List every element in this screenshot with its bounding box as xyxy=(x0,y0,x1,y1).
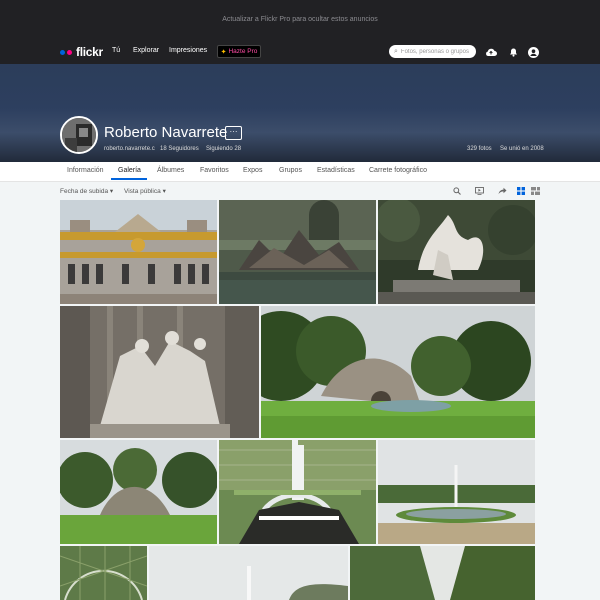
profile-name: Roberto Navarrete xyxy=(104,124,228,141)
profile-avatar[interactable] xyxy=(60,116,98,154)
search-photos-icon[interactable] xyxy=(452,186,462,196)
search-input[interactable] xyxy=(400,48,471,55)
top-navigation: flickr Tú Explorar Impresiones ✦ Hazte P… xyxy=(0,40,600,64)
active-tab-indicator xyxy=(111,178,147,180)
share-icon[interactable] xyxy=(497,186,507,196)
upload-icon[interactable] xyxy=(485,46,497,58)
profile-username: roberto.navarrete.c xyxy=(104,146,155,152)
logo-text: flickr xyxy=(76,45,103,59)
tab-albums[interactable]: Álbumes xyxy=(157,167,184,174)
photo-count: 329 fotos xyxy=(467,146,492,152)
tab-gallery[interactable]: Galería xyxy=(118,167,141,174)
sparkle-icon: ✦ xyxy=(220,48,227,56)
justified-view-icon[interactable] xyxy=(530,186,540,196)
photo-misty-fountain[interactable] xyxy=(149,546,348,600)
chevron-down-icon: ▾ xyxy=(162,188,166,195)
photo-tree-avenue[interactable] xyxy=(350,546,535,600)
photo-garden-grotto[interactable] xyxy=(261,306,535,438)
tab-info[interactable]: Información xyxy=(67,167,104,174)
account-avatar-icon[interactable] xyxy=(527,46,539,58)
tab-stats[interactable]: Estadísticas xyxy=(317,167,355,174)
moon-icon xyxy=(293,99,306,107)
search-box[interactable]: ⌕ xyxy=(389,45,476,58)
upgrade-banner[interactable]: Actualizar a Flickr Pro para ocultar est… xyxy=(0,0,600,40)
slideshow-icon[interactable] xyxy=(474,186,484,196)
followers-count[interactable]: 18 Seguidores xyxy=(160,146,199,152)
photo-basin-fountain[interactable] xyxy=(378,440,535,544)
logo-pink-dot xyxy=(67,49,72,55)
flickr-logo[interactable]: flickr xyxy=(60,45,103,59)
profile-tabs: Información Galería Álbumes Favoritos Ex… xyxy=(0,162,600,182)
nav-link-you[interactable]: Tú xyxy=(112,47,120,54)
photo-water-jets[interactable] xyxy=(219,440,376,544)
tab-camera-roll[interactable]: Carrete fotográfico xyxy=(369,167,427,174)
photo-fountain-sculpture[interactable] xyxy=(219,200,376,304)
photo-horse-statue[interactable] xyxy=(378,200,535,304)
gallery-toolbar: Fecha de subida ▾ Vista pública ▾ xyxy=(0,182,600,199)
view-dropdown[interactable]: Vista pública ▾ xyxy=(124,187,166,195)
joined-date: Se unió en 2008 xyxy=(500,146,544,152)
nav-link-explore[interactable]: Explorar xyxy=(133,47,159,54)
get-pro-button[interactable]: ✦ Hazte Pro xyxy=(217,45,261,58)
search-icon: ⌕ xyxy=(394,47,398,55)
chevron-down-icon: ▾ xyxy=(109,188,114,195)
following-count[interactable]: Siguiendo 28 xyxy=(206,146,241,152)
notifications-bell-icon[interactable] xyxy=(507,46,519,58)
sort-dropdown[interactable]: Fecha de subida ▾ xyxy=(60,187,113,195)
get-pro-label: Hazte Pro xyxy=(228,48,258,55)
nav-link-prints[interactable]: Impresiones xyxy=(169,47,207,54)
photo-rock-fountain[interactable] xyxy=(60,440,217,544)
tab-favorites[interactable]: Favoritos xyxy=(200,167,229,174)
view-label: Vista pública xyxy=(124,188,161,195)
photo-grotto-statues[interactable] xyxy=(60,306,259,438)
photo-palace-facade[interactable] xyxy=(60,200,217,304)
tab-expos[interactable]: Expos xyxy=(243,167,262,174)
more-options-button[interactable]: ··· xyxy=(225,126,242,140)
photo-trellis-arch[interactable] xyxy=(60,546,147,600)
sort-label: Fecha de subida xyxy=(60,188,109,195)
grid-view-icon[interactable] xyxy=(516,186,526,196)
tab-groups[interactable]: Grupos xyxy=(279,167,302,174)
logo-blue-dot xyxy=(60,49,65,55)
